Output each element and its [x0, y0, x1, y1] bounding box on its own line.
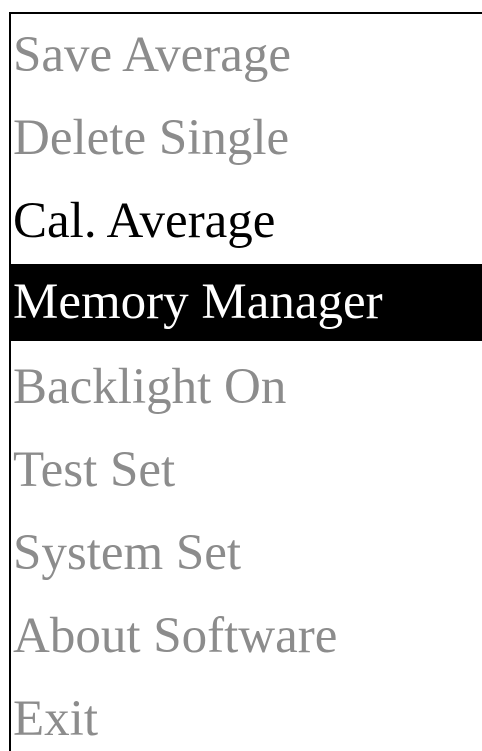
menu-item-about-software[interactable]: About Software — [11, 595, 482, 678]
menu-item-test-set[interactable]: Test Set — [11, 429, 482, 512]
menu-item-save-average[interactable]: Save Average — [11, 14, 482, 97]
menu-item-memory-manager[interactable]: Memory Manager — [11, 264, 482, 341]
device-menu-screen: Save Average Delete Single Cal. Average … — [0, 0, 482, 751]
menu-item-cal-average[interactable]: Cal. Average — [11, 180, 482, 263]
menu-item-backlight-on[interactable]: Backlight On — [11, 346, 482, 429]
menu-item-exit[interactable]: Exit — [11, 678, 482, 751]
menu-item-system-set[interactable]: System Set — [11, 512, 482, 595]
menu-item-delete-single[interactable]: Delete Single — [11, 97, 482, 180]
main-menu: Save Average Delete Single Cal. Average … — [11, 14, 482, 751]
